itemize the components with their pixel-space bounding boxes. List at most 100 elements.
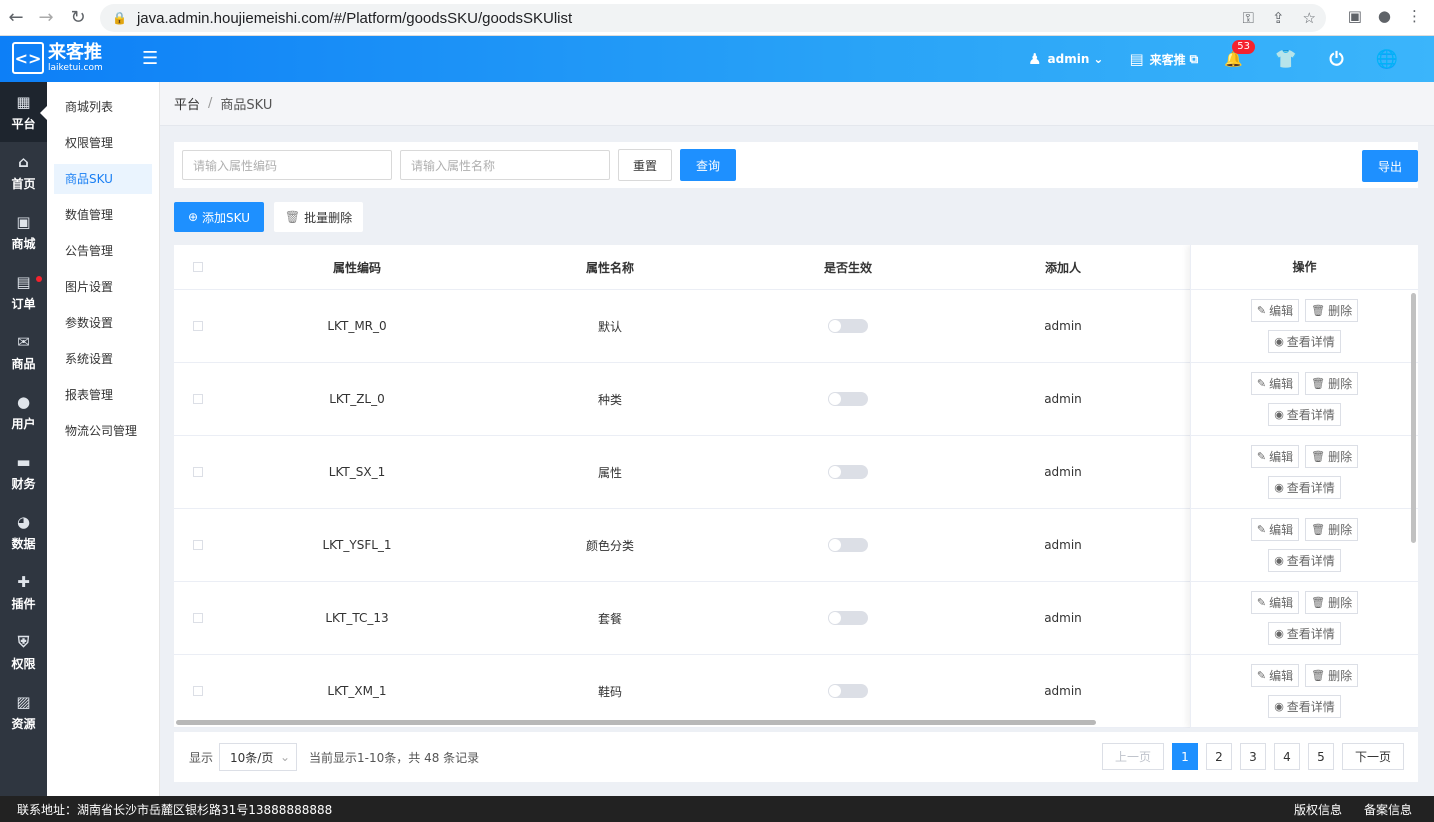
sidepanel-icon[interactable]: ▣ — [1348, 7, 1362, 25]
delete-button[interactable]: 🗑 删除 — [1305, 591, 1359, 614]
profile-icon[interactable]: ● — [1378, 7, 1391, 25]
nav-data[interactable]: ◕ 数据 — [0, 502, 47, 562]
delete-button[interactable]: 🗑 删除 — [1305, 445, 1359, 468]
query-button[interactable]: 查询 — [680, 149, 736, 181]
nav-finance[interactable]: ▬ 财务 — [0, 442, 47, 502]
edit-button[interactable]: ✎ 编辑 — [1250, 445, 1300, 468]
operations-column: 操作 ✎ 编辑 🗑 删除 ◉ 查看详情 ✎ 编辑 🗑 删除 ◉ 查看详情 ✎ 编辑 🗑 删除 — [1190, 245, 1418, 728]
delete-button[interactable]: 🗑 删除 — [1305, 518, 1359, 541]
nav-label: 数据 — [11, 536, 36, 551]
row-checkbox[interactable] — [193, 686, 203, 696]
delete-button[interactable]: 🗑 删除 — [1305, 299, 1359, 322]
nav-mall[interactable]: ▣ 商城 — [0, 202, 47, 262]
subnav-goods-sku[interactable]: 商品SKU — [54, 164, 152, 194]
edit-button[interactable]: ✎ 编辑 — [1250, 591, 1300, 614]
breadcrumb-root[interactable]: 平台 — [174, 94, 200, 113]
edit-button[interactable]: ✎ 编辑 — [1250, 518, 1300, 541]
export-button[interactable]: 导出 — [1362, 150, 1418, 182]
forward-icon[interactable]: → — [32, 7, 60, 28]
delete-button[interactable]: 🗑 删除 — [1305, 664, 1359, 687]
active-toggle[interactable] — [828, 538, 868, 552]
filter-bar: 请输入属性编码 请输入属性名称 重置 查询 导出 — [174, 142, 1418, 188]
detail-button[interactable]: ◉ 查看详情 — [1268, 330, 1341, 353]
code-input[interactable]: 请输入属性编码 — [182, 150, 392, 180]
page-3-button[interactable]: 3 — [1240, 743, 1266, 770]
nav-goods[interactable]: ✉ 商品 — [0, 322, 47, 382]
more-icon[interactable]: ⋮ — [1407, 7, 1422, 25]
subnav-params[interactable]: 参数设置 — [54, 308, 152, 338]
user-avatar-icon: ♟ — [1028, 50, 1042, 68]
nav-permissions[interactable]: ⛨ 权限 — [0, 622, 47, 682]
select-all-checkbox[interactable] — [193, 262, 203, 272]
subnav-reports[interactable]: 报表管理 — [54, 380, 152, 410]
nav-users[interactable]: ● 用户 — [0, 382, 47, 442]
row-checkbox[interactable] — [193, 321, 203, 331]
batch-delete-button[interactable]: 🗑 批量删除 — [274, 202, 363, 232]
subnav-values[interactable]: 数值管理 — [54, 200, 152, 230]
active-toggle[interactable] — [828, 319, 868, 333]
icp-link[interactable]: 备案信息 — [1364, 801, 1412, 818]
reset-button[interactable]: 重置 — [618, 149, 672, 181]
cell-adder: admin — [1044, 684, 1082, 698]
notification-button[interactable]: 🔔 53 — [1224, 40, 1255, 68]
menu-toggle-icon[interactable]: ☰ — [142, 48, 158, 69]
detail-button[interactable]: ◉ 查看详情 — [1268, 695, 1341, 718]
nav-orders[interactable]: ▤ 订单 — [0, 262, 47, 322]
page-1-button[interactable]: 1 — [1172, 743, 1198, 770]
store-link[interactable]: ▤ 来客推 ⧉ — [1129, 50, 1198, 68]
row-checkbox[interactable] — [193, 540, 203, 550]
active-toggle[interactable] — [828, 684, 868, 698]
add-sku-button[interactable]: ⊕ 添加SKU — [174, 202, 264, 232]
prev-page-button[interactable]: 上一页 — [1102, 743, 1164, 770]
subnav-system[interactable]: 系统设置 — [54, 344, 152, 374]
nav-platform[interactable]: ▦ 平台 — [0, 82, 47, 142]
user-menu[interactable]: ♟ admin ⌄ — [1028, 50, 1103, 68]
logout-button[interactable]: ⏻ — [1329, 49, 1349, 70]
nav-home[interactable]: ⌂ 首页 — [0, 142, 47, 202]
star-icon[interactable]: ☆ — [1303, 9, 1316, 27]
active-toggle[interactable] — [828, 611, 868, 625]
delete-button[interactable]: 🗑 删除 — [1305, 372, 1359, 395]
page-size-select[interactable]: 10条/页 ⌄ — [219, 743, 298, 771]
row-checkbox[interactable] — [193, 394, 203, 404]
detail-button[interactable]: ◉ 查看详情 — [1268, 403, 1341, 426]
theme-button[interactable]: 👕 — [1275, 49, 1303, 70]
copyright-link[interactable]: 版权信息 — [1294, 801, 1342, 818]
subnav-announcements[interactable]: 公告管理 — [54, 236, 152, 266]
detail-button[interactable]: ◉ 查看详情 — [1268, 622, 1341, 645]
subnav-logistics[interactable]: 物流公司管理 — [54, 416, 152, 446]
row-checkbox[interactable] — [193, 467, 203, 477]
reload-icon[interactable]: ↻ — [64, 7, 92, 28]
page-size-label: 显示 — [189, 750, 214, 765]
vertical-scrollbar[interactable] — [1411, 293, 1416, 543]
back-icon[interactable]: ← — [2, 7, 30, 28]
edit-button[interactable]: ✎ 编辑 — [1250, 664, 1300, 687]
share-icon[interactable]: ⇪ — [1272, 9, 1285, 27]
subnav-permissions[interactable]: 权限管理 — [54, 128, 152, 158]
language-button[interactable]: 🌐 — [1376, 49, 1404, 70]
edit-button[interactable]: ✎ 编辑 — [1250, 372, 1300, 395]
detail-button[interactable]: ◉ 查看详情 — [1268, 476, 1341, 499]
cell-adder: admin — [1044, 465, 1082, 479]
address-bar[interactable]: 🔒 java.admin.houjiemeishi.com/#/Platform… — [100, 4, 1326, 32]
edit-button[interactable]: ✎ 编辑 — [1250, 299, 1300, 322]
name-input[interactable]: 请输入属性名称 — [400, 150, 610, 180]
page-4-button[interactable]: 4 — [1274, 743, 1300, 770]
subnav-mall-list[interactable]: 商城列表 — [54, 92, 152, 122]
logo[interactable]: <> 来客推 laiketui.com — [12, 42, 103, 74]
next-page-button[interactable]: 下一页 — [1342, 743, 1404, 770]
row-checkbox[interactable] — [193, 613, 203, 623]
key-icon[interactable]: ⚿ — [1243, 9, 1254, 27]
nav-plugins[interactable]: ✚ 插件 — [0, 562, 47, 622]
detail-button[interactable]: ◉ 查看详情 — [1268, 549, 1341, 572]
active-toggle[interactable] — [828, 465, 868, 479]
page-5-button[interactable]: 5 — [1308, 743, 1334, 770]
subnav-images[interactable]: 图片设置 — [54, 272, 152, 302]
edit-label: 编辑 — [1269, 377, 1294, 391]
horizontal-scrollbar[interactable] — [176, 720, 1096, 725]
page-2-button[interactable]: 2 — [1206, 743, 1232, 770]
eye-icon: ◉ — [1274, 627, 1284, 640]
active-toggle[interactable] — [828, 392, 868, 406]
nav-resources[interactable]: ▨ 资源 — [0, 682, 47, 742]
cell-adder: admin — [1044, 392, 1082, 406]
